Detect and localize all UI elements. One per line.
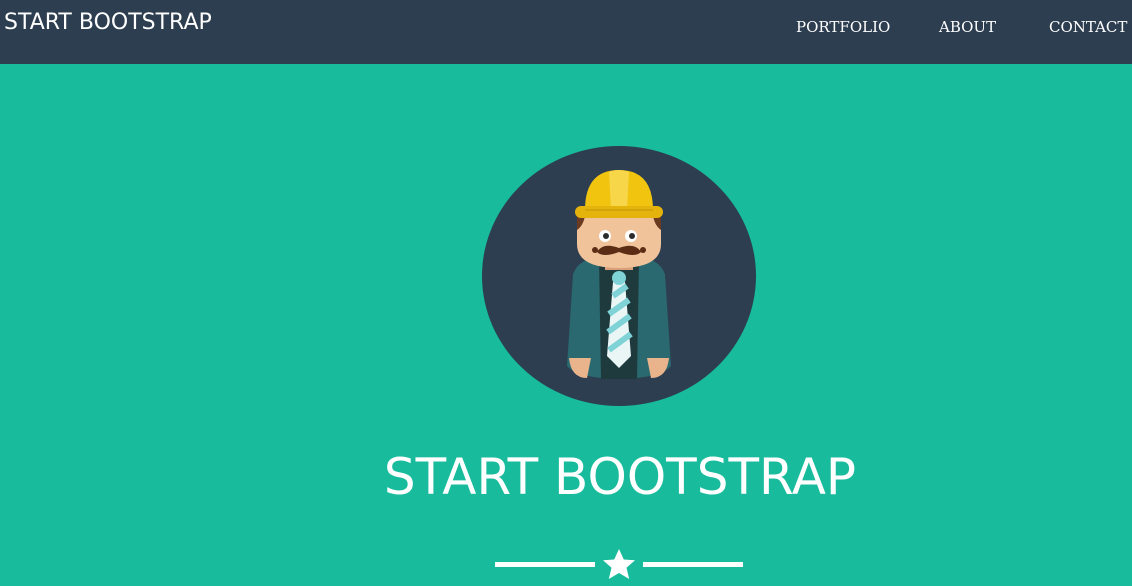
- nav-link-contact[interactable]: CONTACT: [1049, 18, 1127, 36]
- hero-section: START BOOTSTRAP: [0, 64, 1132, 586]
- divider: [495, 549, 743, 579]
- hero-title: START BOOTSTRAP: [383, 448, 857, 506]
- divider-line-left: [495, 562, 595, 567]
- nav-link-portfolio[interactable]: PORTFOLIO: [796, 18, 890, 36]
- star-icon: [603, 549, 635, 579]
- navbar: START BOOTSTRAP PORTFOLIO ABOUT CONTACT: [0, 0, 1132, 64]
- divider-line-right: [643, 562, 743, 567]
- nav-link-about[interactable]: ABOUT: [939, 18, 996, 36]
- profile-avatar-icon: [482, 146, 756, 406]
- brand-link[interactable]: START BOOTSTRAP: [4, 10, 212, 35]
